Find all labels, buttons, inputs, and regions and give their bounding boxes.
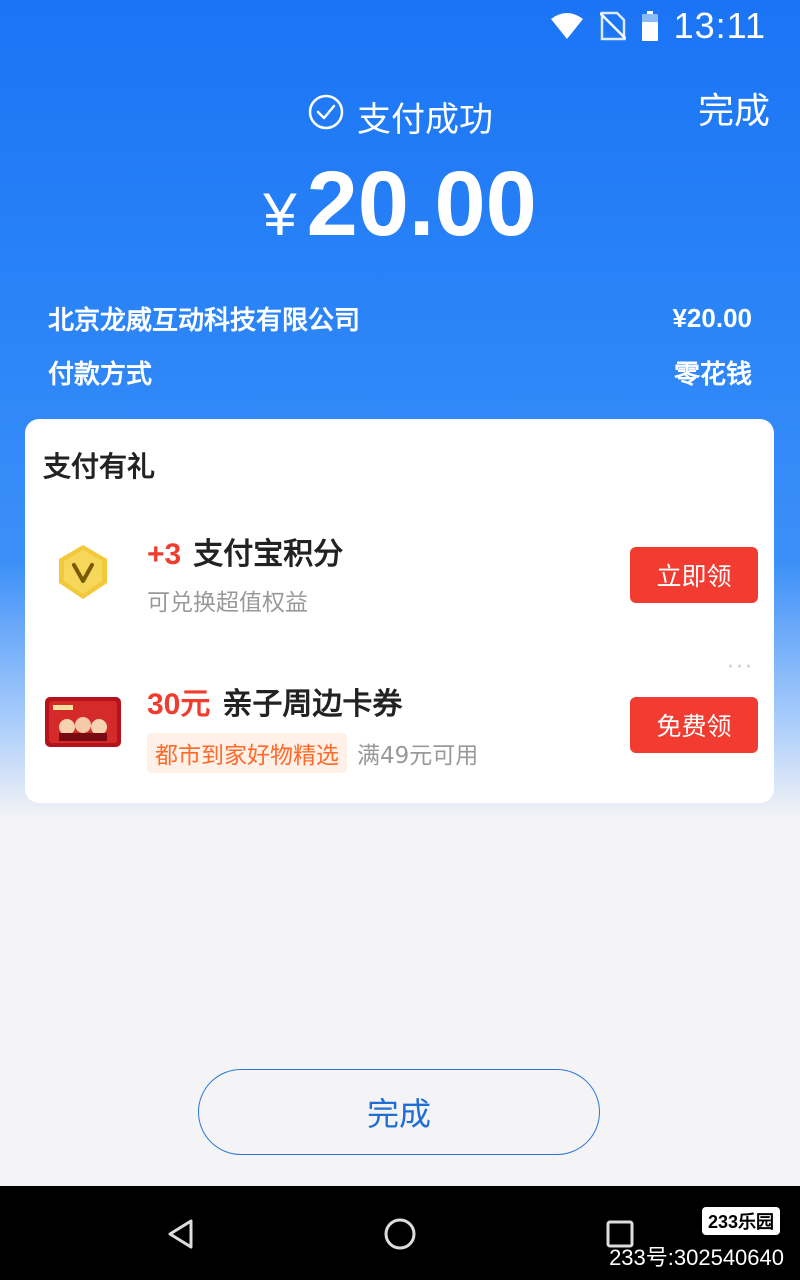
coupon-title-text: 亲子周边卡券 (222, 687, 403, 722)
reward-title-text: 支付宝积分 (193, 537, 344, 572)
reward-subtitle: 可兑换超值权益 (147, 590, 308, 616)
reward-item-coupon: 30元 亲子周边卡券 都市到家好物精选 满49元可用 免费领 (25, 677, 774, 773)
watermark-id: 233号:302540640 (609, 1245, 784, 1270)
coupon-highlight: 30元 (147, 688, 211, 721)
success-text: 支付成功 (357, 100, 493, 140)
no-sim-icon (599, 11, 626, 41)
coupon-condition: 满49元可用 (357, 743, 479, 769)
coupon-subtitle-row: 都市到家好物精选 满49元可用 (147, 733, 478, 773)
amount-value: 20.00 (306, 153, 537, 255)
gift-card-title: 支付有礼 (43, 450, 156, 483)
coupon-title: 30元 亲子周边卡券 (147, 679, 402, 723)
coupon-tag: 都市到家好物精选 (147, 733, 347, 773)
status-bar: 13:11 (0, 0, 800, 52)
payment-amount: ¥ 20.00 (0, 152, 800, 257)
payment-method-label: 付款方式 (48, 360, 153, 390)
claim-free-button[interactable]: 免费领 (630, 697, 758, 753)
coupon-card-image (43, 687, 123, 757)
merchant-amount: ¥20.00 (672, 303, 752, 333)
reward-item-points: +3 支付宝积分 可兑换超值权益 立即领 (25, 527, 774, 617)
done-button-bottom[interactable]: 完成 (198, 1069, 600, 1155)
payment-gift-card: 支付有礼 +3 支付宝积分 可兑换超值权益 立即领 ··· 30元 亲子周边卡券… (25, 419, 774, 803)
claim-now-button[interactable]: 立即领 (630, 547, 758, 603)
reward-title: +3 支付宝积分 (147, 529, 343, 573)
check-circle-icon (307, 93, 345, 140)
merchant-row: 北京龙威互动科技有限公司 ¥20.00 (48, 300, 752, 337)
battery-icon (641, 11, 658, 41)
merchant-name: 北京龙威互动科技有限公司 (48, 306, 361, 336)
payment-method-value: 零花钱 (673, 360, 752, 390)
points-coin-icon (43, 537, 123, 607)
reward-highlight: +3 (147, 538, 182, 571)
watermark-logo: 233乐园 (701, 1207, 780, 1235)
reward-subtitle-row: 可兑换超值权益 (147, 583, 308, 617)
wifi-icon (550, 12, 584, 40)
system-nav-bar: 233乐园 233号:302540640 (0, 1186, 800, 1280)
clock: 13:11 (673, 5, 766, 46)
currency-symbol: ¥ (263, 181, 297, 248)
payment-method-row: 付款方式 零花钱 (48, 354, 752, 391)
home-icon[interactable] (380, 1214, 420, 1254)
payment-success-row: 支付成功 (0, 92, 800, 141)
back-icon[interactable] (160, 1214, 200, 1254)
